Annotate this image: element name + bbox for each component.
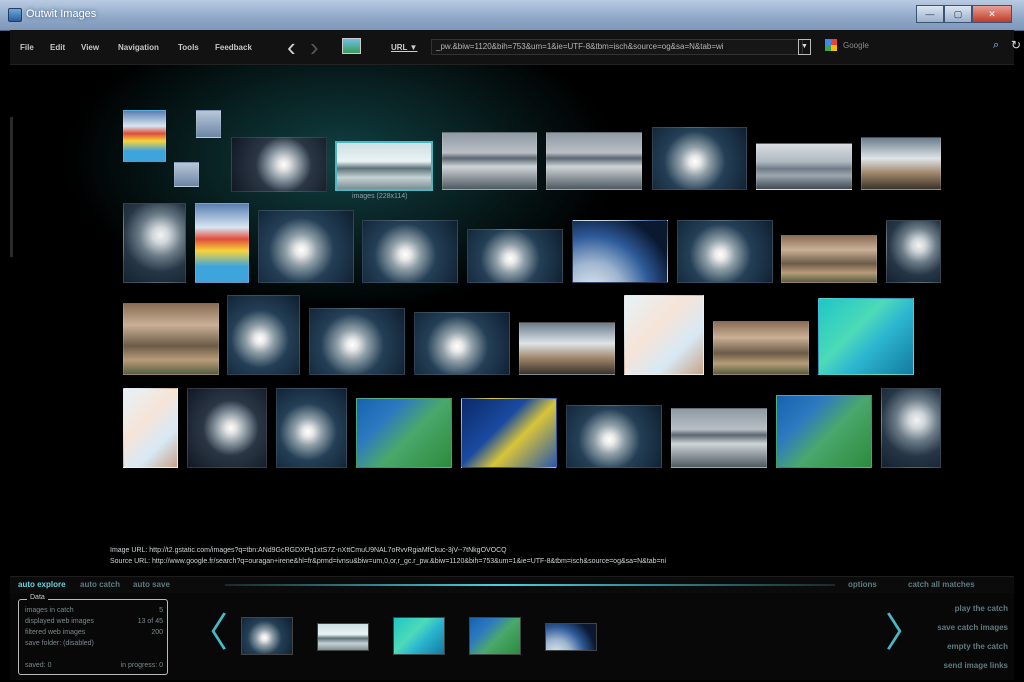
image-thumbnail[interactable] xyxy=(356,398,452,468)
app-icon xyxy=(8,8,22,22)
image-thumbnail[interactable] xyxy=(652,127,747,190)
image-thumbnail[interactable] xyxy=(519,322,615,375)
catch-thumbnail[interactable] xyxy=(469,617,521,655)
auto-catch-toggle[interactable]: auto catch xyxy=(80,580,120,589)
image-thumbnail[interactable] xyxy=(546,132,642,190)
image-thumbnail[interactable] xyxy=(467,229,563,283)
menu-bar: File Edit View Navigation Tools Feedback… xyxy=(10,30,1021,65)
menu-feedback[interactable]: Feedback xyxy=(215,43,252,52)
image-thumbnail[interactable] xyxy=(461,398,557,468)
image-thumbnail[interactable] xyxy=(756,143,852,190)
catch-thumbnail[interactable] xyxy=(545,623,597,651)
url-dropdown-label[interactable]: URL ▼ xyxy=(391,43,417,52)
image-thumbnail[interactable] xyxy=(713,321,809,375)
image-thumbnail[interactable] xyxy=(123,203,186,283)
viewer-scrollbar[interactable] xyxy=(10,117,13,257)
stat-row: save folder: (disabled) xyxy=(25,640,94,647)
catch-panel: Data images in catch 5 displayed web imag… xyxy=(10,593,1014,680)
image-thumbnail[interactable] xyxy=(227,295,300,375)
menu-file[interactable]: File xyxy=(20,43,34,52)
url-history-dropdown[interactable]: ▼ xyxy=(798,39,811,55)
menu-edit[interactable]: Edit xyxy=(50,43,65,52)
image-view-icon[interactable] xyxy=(342,38,361,54)
url-input[interactable]: _pw.&biw=1120&bih=753&um=1&ie=UTF-8&tbm=… xyxy=(431,39,803,55)
catch-all-matches-button[interactable]: catch all matches xyxy=(908,580,975,589)
image-thumbnail[interactable] xyxy=(258,210,354,283)
image-thumbnail[interactable] xyxy=(362,220,458,283)
image-thumbnail[interactable] xyxy=(187,388,267,468)
app-window: Outwit Images — ▢ ✕ File Edit View Navig… xyxy=(0,0,1024,682)
image-url-text: Image URL: http://t2.gstatic.com/images?… xyxy=(110,547,507,554)
image-thumbnail[interactable] xyxy=(572,220,668,283)
image-thumbnail[interactable] xyxy=(776,395,872,468)
empty-catch-button[interactable]: empty the catch xyxy=(947,642,1008,651)
image-thumbnail[interactable] xyxy=(861,137,941,190)
image-thumbnail[interactable] xyxy=(566,405,662,468)
image-thumbnail[interactable] xyxy=(881,388,941,468)
explore-progress-bar xyxy=(225,584,835,586)
menu-tools[interactable]: Tools xyxy=(178,43,199,52)
catch-thumbnail[interactable] xyxy=(241,617,293,655)
image-thumbnail[interactable] xyxy=(174,162,199,187)
image-thumbnail[interactable] xyxy=(309,308,405,375)
image-thumbnail[interactable] xyxy=(196,110,221,138)
title-bar: Outwit Images — ▢ ✕ xyxy=(0,0,1024,31)
catch-thumbnail[interactable] xyxy=(317,623,369,651)
catch-thumbnail[interactable] xyxy=(393,617,445,655)
refresh-icon[interactable]: ↻ xyxy=(1011,38,1021,52)
menu-view[interactable]: View xyxy=(81,43,99,52)
options-button[interactable]: options xyxy=(848,580,877,589)
search-input[interactable]: Google xyxy=(843,39,973,53)
image-viewer: images (228x114) Image URL: http://t2.gs… xyxy=(10,65,1014,570)
image-thumbnail-selected[interactable] xyxy=(335,141,433,191)
maximize-button[interactable]: ▢ xyxy=(944,5,972,23)
catch-next-icon[interactable]: 〉 xyxy=(885,613,925,653)
image-thumbnail[interactable] xyxy=(781,235,877,283)
window-title: Outwit Images xyxy=(26,8,97,20)
image-thumbnail[interactable] xyxy=(818,298,914,375)
play-catch-button[interactable]: play the catch xyxy=(955,604,1008,613)
image-thumbnail[interactable] xyxy=(123,303,219,375)
image-thumbnail[interactable] xyxy=(123,110,166,162)
minimize-button[interactable]: — xyxy=(916,5,944,23)
image-thumbnail[interactable] xyxy=(123,388,178,468)
stats-legend: Data xyxy=(27,594,48,601)
forward-arrow-icon[interactable]: › xyxy=(310,34,319,60)
save-catch-button[interactable]: save catch images xyxy=(937,623,1008,632)
selected-image-caption: images (228x114) xyxy=(352,193,408,200)
search-icon[interactable]: ⌕ xyxy=(993,39,999,52)
back-arrow-icon[interactable]: ‹ xyxy=(287,34,296,60)
auto-explore-toggle[interactable]: auto explore xyxy=(18,580,66,589)
image-thumbnail[interactable] xyxy=(624,295,704,375)
data-stats-box: Data images in catch 5 displayed web imag… xyxy=(18,594,168,675)
image-thumbnail[interactable] xyxy=(677,220,773,283)
stat-row: images in catch 5 xyxy=(25,607,163,614)
auto-save-toggle[interactable]: auto save xyxy=(133,580,170,589)
image-thumbnail[interactable] xyxy=(231,137,327,192)
source-url-text: Source URL: http://www.google.fr/search?… xyxy=(110,558,667,565)
menu-navigation[interactable]: Navigation xyxy=(118,43,159,52)
stat-row: displayed web images 13 of 45 xyxy=(25,618,163,625)
google-icon[interactable] xyxy=(825,39,837,51)
image-thumbnail[interactable] xyxy=(442,132,537,190)
image-thumbnail[interactable] xyxy=(276,388,347,468)
stat-row: filtered web images 200 xyxy=(25,629,163,636)
catch-prev-icon[interactable]: 〈 xyxy=(188,613,228,653)
image-thumbnail[interactable] xyxy=(195,203,249,283)
image-thumbnail[interactable] xyxy=(886,220,941,283)
close-button[interactable]: ✕ xyxy=(972,5,1012,23)
image-thumbnail[interactable] xyxy=(414,312,510,375)
explore-controls-bar: auto explore auto catch auto save option… xyxy=(10,576,1014,593)
image-thumbnail[interactable] xyxy=(671,408,767,468)
stat-row: saved: 0 in progress: 0 xyxy=(25,662,163,669)
send-links-button[interactable]: send image links xyxy=(944,661,1008,670)
